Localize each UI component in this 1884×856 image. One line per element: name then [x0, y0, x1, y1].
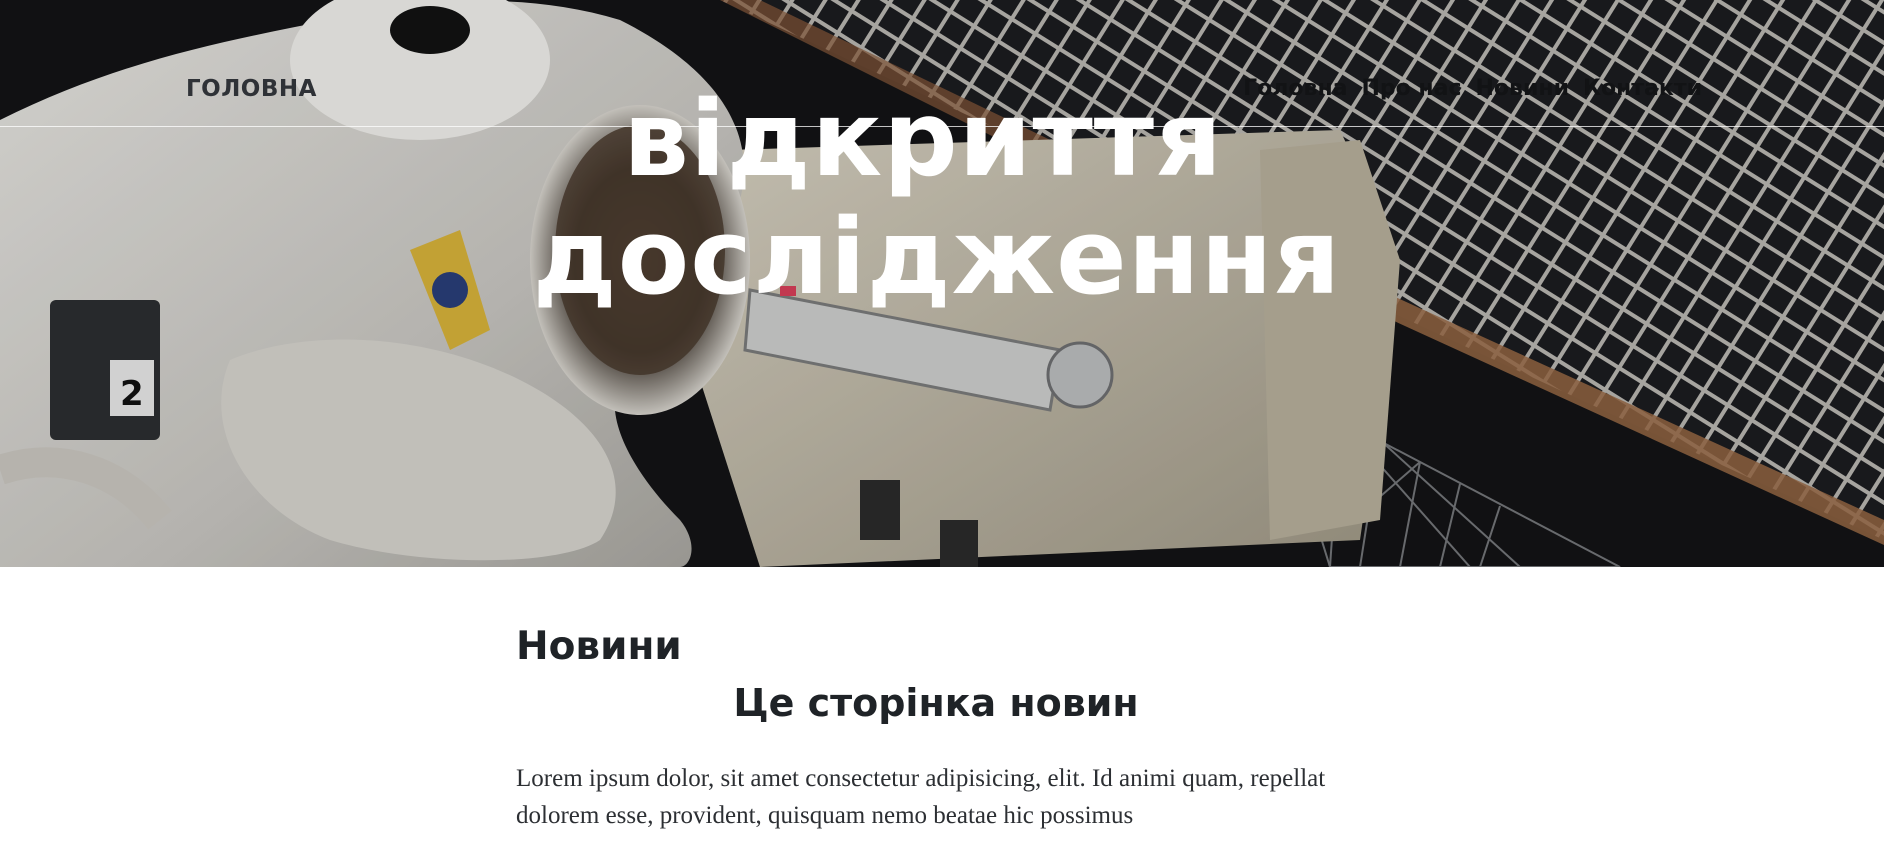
hero-title-line-1: відкриття [623, 78, 1223, 200]
page-subtitle: Це сторінка новин [733, 681, 1139, 725]
page: 2 ГОЛОВНА Головна Про нас Новини Контакт… [0, 0, 1884, 856]
hero-title-line-2: дослідження [532, 196, 1342, 318]
section-title: Новини [516, 624, 682, 669]
main-content: Новини Це сторінка новин Lorem ipsum dol… [516, 620, 1356, 834]
hero-banner: 2 ГОЛОВНА Головна Про нас Новини Контакт… [0, 0, 1884, 567]
hero-title: відкриття дослідження [0, 80, 1884, 316]
body-paragraph: Lorem ipsum dolor, sit amet consectetur … [516, 765, 1326, 829]
